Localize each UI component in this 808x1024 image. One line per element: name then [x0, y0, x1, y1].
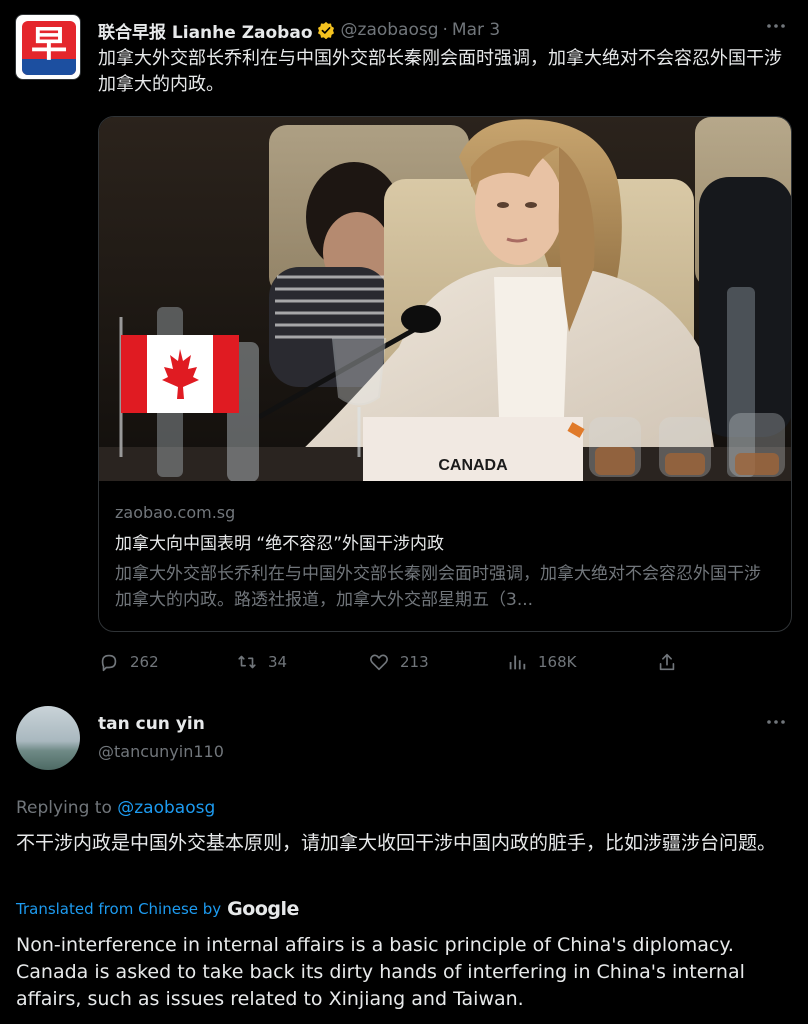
retweet-button[interactable]: 34 [236, 648, 287, 676]
tweet-text-original: 不干涉内政是中国外交基本原则，请加拿大收回干涉中国内政的脏手，比如涉疆涉台问题。 [16, 832, 777, 854]
verified-badge-icon [317, 21, 335, 40]
card-description: 加拿大外交部长乔利在与中国外交部长秦刚会面时强调，加拿大绝对不会容忍外国干涉加拿… [115, 564, 761, 610]
reply-icon [101, 654, 117, 672]
like-button[interactable]: 213 [368, 648, 429, 676]
translated-label[interactable]: Translated from Chinese by [16, 900, 221, 918]
translation-attribution[interactable]: Translated from Chinese by Google [16, 898, 299, 920]
tweet-text: 加拿大外交部长乔利在与中国外交部长秦刚会面时强调，加拿大绝对不会容忍外国干涉加拿… [98, 48, 782, 95]
reply-count: 262 [130, 653, 159, 671]
more-icon[interactable] [764, 710, 788, 734]
card-photo: CANADA [99, 117, 791, 481]
replying-prefix: Replying to [16, 798, 112, 818]
avatar-tancunyin[interactable] [16, 706, 80, 770]
separator-dot: · [442, 20, 448, 40]
handle[interactable]: @zaobaosg [341, 20, 439, 40]
zaobao-logo: 早 [22, 21, 76, 75]
share-icon [659, 653, 675, 671]
card-title[interactable]: 加拿大向中国表明 “绝不容忍”外国干涉内政 [115, 529, 444, 554]
tweet-actions: 262 34 213 168K [98, 648, 698, 676]
tweet-header: 联合早报 Lianhe Zaobao @zaobaosg · Mar 3 [98, 18, 500, 43]
avatar-zaobao[interactable]: 早 [15, 14, 81, 80]
views-count: 168K [538, 653, 577, 671]
timestamp[interactable]: Mar 3 [452, 20, 500, 40]
card-domain[interactable]: zaobao.com.sg [115, 503, 235, 522]
replying-to: Replying to @zaobaosg [16, 798, 215, 818]
replying-handle-link[interactable]: @zaobaosg [117, 798, 215, 818]
google-logo: Google [227, 898, 299, 920]
display-name[interactable]: tan cun yin [98, 714, 205, 734]
handle[interactable]: @tancunyin110 [98, 742, 224, 761]
nameplate-text: CANADA [438, 457, 508, 474]
retweet-icon [238, 655, 256, 669]
share-button[interactable] [656, 648, 678, 676]
views-icon [509, 655, 526, 670]
like-count: 213 [400, 653, 429, 671]
tweet-reply[interactable]: tan cun yin @tancunyin110 Replying to @z… [0, 692, 808, 1024]
display-name[interactable]: 联合早报 Lianhe Zaobao [98, 18, 313, 43]
like-icon [370, 654, 388, 671]
tweet-text-translated: Non-interference in internal affairs is … [16, 934, 745, 1010]
link-card[interactable]: CANADA zaobao.com.sg 加拿大向中国表明 “绝不容忍”外国干涉… [98, 116, 792, 632]
views-button[interactable]: 168K [506, 648, 576, 676]
retweet-count: 34 [268, 653, 288, 671]
more-icon[interactable] [764, 14, 788, 38]
tweet-zaobao[interactable]: 早 联合早报 Lianhe Zaobao @zaobaosg · Mar 3 加… [0, 0, 808, 692]
reply-button[interactable]: 262 [98, 648, 159, 676]
